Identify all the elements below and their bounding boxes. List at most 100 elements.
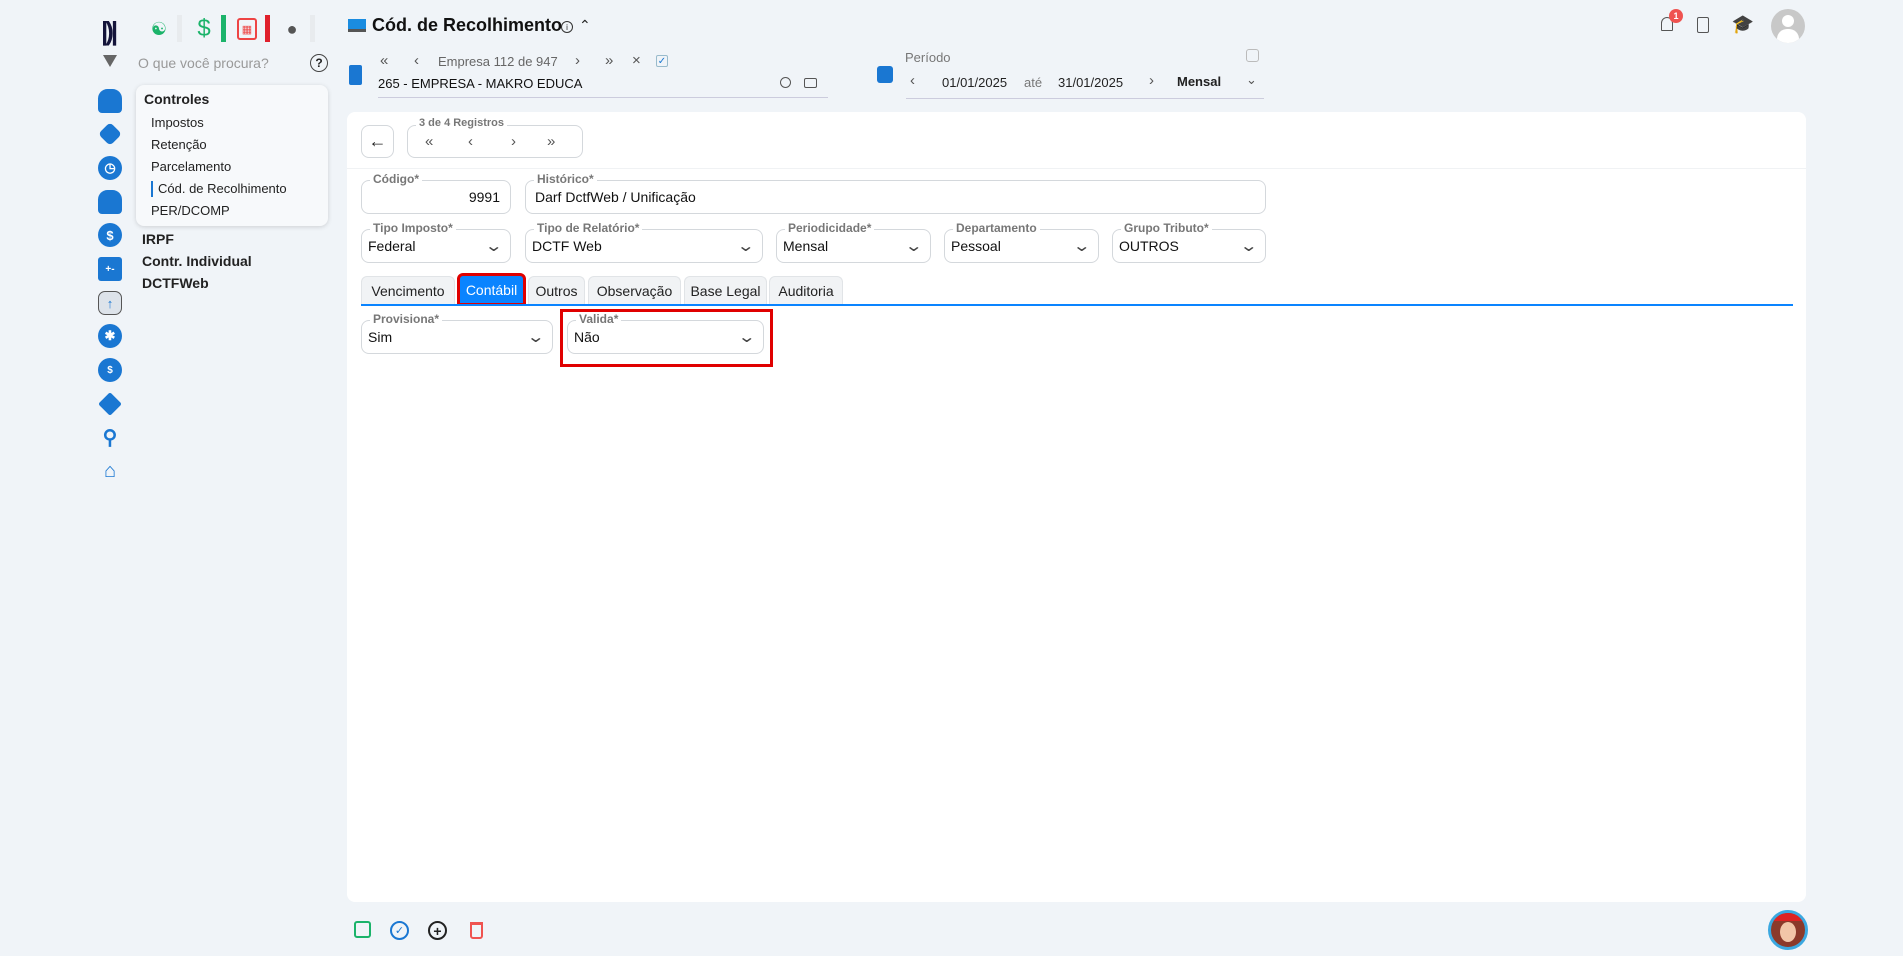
menu-item-per-dcomp[interactable]: PER/DCOMP (151, 203, 230, 218)
money-bag-icon[interactable]: ● (280, 16, 304, 42)
provisiona-value: Sim (368, 329, 392, 345)
codigo-field[interactable]: Código* 9991 (361, 180, 511, 214)
user-settings-icon[interactable] (98, 89, 122, 113)
menu-item-parcelamento[interactable]: Parcelamento (151, 159, 231, 174)
first-record-button[interactable]: « (425, 133, 433, 150)
assistant-avatar[interactable] (1768, 910, 1808, 950)
next-period-button[interactable]: › (1149, 72, 1154, 89)
user-avatar[interactable] (1771, 9, 1805, 43)
dollar-icon[interactable]: $ (192, 15, 216, 43)
menu-group-contr-individual[interactable]: Contr. Individual (142, 253, 252, 269)
calculator-sidebar-icon[interactable]: +- (98, 257, 122, 281)
confirm-icon[interactable]: ✓ (390, 921, 409, 940)
info-icon[interactable]: i (561, 21, 573, 33)
tab-contabil[interactable]: Contábil (457, 273, 526, 306)
chevron-down-icon: ⌄ (904, 236, 923, 256)
tipo-imposto-value: Federal (368, 238, 415, 254)
tab-outros[interactable]: Outros (528, 276, 585, 304)
period-to[interactable]: 31/01/2025 (1058, 75, 1123, 90)
chevron-down-icon: ⌄ (484, 236, 503, 256)
tab-vencimento[interactable]: Vencimento (361, 276, 455, 304)
app-logo[interactable]: |)| (101, 16, 115, 47)
active-indicator (151, 181, 153, 197)
next-company-button[interactable]: › (575, 52, 580, 69)
tipo-relatorio-label: Tipo de Relatório* (534, 221, 642, 235)
chevron-down-icon: ⌄ (736, 236, 755, 256)
tax-icon[interactable]: ↑ (98, 291, 122, 315)
provisiona-select[interactable]: Provisiona* Sim ⌄ (361, 320, 553, 354)
grupo-tributo-label: Grupo Tributo* (1121, 221, 1212, 235)
filter-icon[interactable] (103, 55, 117, 67)
next-record-button[interactable]: › (511, 133, 516, 150)
clock-icon[interactable]: ◷ (98, 156, 122, 180)
back-button[interactable]: ← (361, 125, 394, 158)
menu-item-retencao[interactable]: Retenção (151, 137, 207, 152)
collapse-chevron-icon[interactable]: ⌃ (579, 17, 591, 34)
prev-company-button[interactable]: ‹ (414, 52, 419, 69)
home-icon[interactable]: ⌂ (98, 459, 122, 483)
tipo-relatorio-select[interactable]: Tipo de Relatório* DCTF Web ⌄ (525, 229, 763, 263)
chevron-down-icon: ⌄ (1239, 236, 1258, 256)
monitor-icon (348, 19, 366, 32)
calculator-icon[interactable]: ▦ (237, 18, 257, 40)
menu-item-impostos[interactable]: Impostos (151, 115, 204, 130)
dollar-circle-icon[interactable]: $ (98, 223, 122, 247)
tipo-relatorio-value: DCTF Web (532, 238, 602, 254)
last-record-button[interactable]: » (547, 133, 555, 150)
notification-badge: 1 (1669, 9, 1683, 23)
help-icon[interactable]: ? (310, 54, 328, 72)
departamento-value: Pessoal (951, 238, 1001, 254)
period-checkbox[interactable] (1246, 49, 1259, 62)
company-search-icon[interactable] (780, 77, 791, 88)
mail-icon[interactable] (804, 78, 817, 88)
menu-group-irpf[interactable]: IRPF (142, 231, 174, 247)
submenu-card: Controles Impostos Retenção Parcelamento… (136, 85, 328, 226)
last-company-button[interactable]: » (605, 52, 613, 69)
company-name[interactable]: 265 - EMPRESA - MAKRO EDUCA (378, 76, 582, 91)
valida-value: Não (574, 329, 600, 345)
clear-company-icon[interactable]: × (632, 52, 641, 69)
save-icon[interactable] (354, 921, 371, 938)
record-navigator: 3 de 4 Registros « ‹ › » (407, 125, 583, 158)
valida-select[interactable]: Valida* Não ⌄ (567, 320, 764, 354)
prev-period-button[interactable]: ‹ (910, 72, 915, 89)
search-icon[interactable]: ⚲ (98, 425, 122, 449)
network-icon[interactable]: ✱ (98, 324, 122, 348)
card-divider (347, 168, 1806, 169)
search-input[interactable]: O que você procura? (138, 55, 269, 71)
period-from[interactable]: 01/01/2025 (942, 75, 1007, 90)
historico-field[interactable]: Histórico* Darf DctfWeb / Unificação (525, 180, 1266, 214)
tab-auditoria[interactable]: Auditoria (769, 276, 843, 304)
grupo-tributo-select[interactable]: Grupo Tributo* OUTROS ⌄ (1112, 229, 1266, 263)
menu-item-cod-recolhimento[interactable]: Cód. de Recolhimento (158, 181, 287, 196)
graduation-cap-icon[interactable]: 🎓 (1732, 14, 1754, 34)
add-icon[interactable]: + (428, 921, 447, 940)
delete-icon[interactable] (470, 922, 483, 939)
periodicidade-select[interactable]: Periodicidade* Mensal ⌄ (776, 229, 931, 263)
historico-label: Histórico* (534, 172, 597, 186)
menu-group-dctfweb[interactable]: DCTFWeb (142, 275, 209, 291)
codigo-label: Código* (370, 172, 422, 186)
chevron-down-icon: ⌄ (526, 327, 545, 347)
grupo-tributo-value: OUTROS (1119, 238, 1179, 254)
money-bag-sidebar-icon[interactable]: $ (98, 358, 122, 382)
period-label: Período (905, 50, 951, 65)
prev-record-button[interactable]: ‹ (468, 133, 473, 150)
tipo-imposto-select[interactable]: Tipo Imposto* Federal ⌄ (361, 229, 511, 263)
company-checkbox[interactable]: ✓ (656, 55, 668, 67)
people-icon[interactable]: ☯ (147, 17, 171, 41)
layers-icon[interactable] (98, 392, 122, 416)
divider (310, 15, 315, 42)
chevron-down-icon: ⌄ (1072, 236, 1091, 256)
tab-base-legal[interactable]: Base Legal (684, 276, 767, 304)
departamento-select[interactable]: Departamento Pessoal ⌄ (944, 229, 1099, 263)
chevron-down-icon[interactable]: ⌄ (1246, 72, 1257, 88)
period-mode-select[interactable]: Mensal (1177, 74, 1221, 89)
document-search-icon[interactable] (1697, 17, 1709, 33)
handshake-icon[interactable] (98, 122, 122, 146)
period-sep: até (1024, 75, 1042, 90)
tab-observacao[interactable]: Observação (588, 276, 681, 304)
users-icon[interactable] (98, 190, 122, 214)
first-company-button[interactable]: « (380, 52, 388, 69)
period-underline (906, 98, 1264, 99)
